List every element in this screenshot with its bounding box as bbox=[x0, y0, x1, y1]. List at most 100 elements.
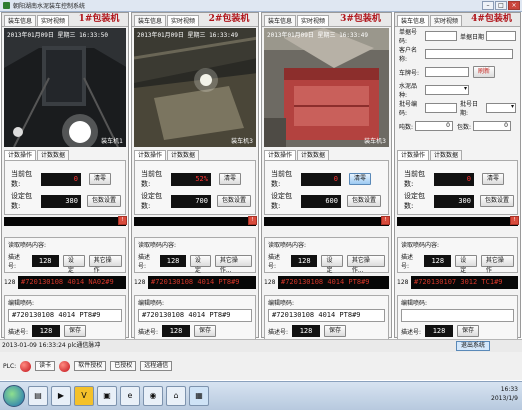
panel-tabs: 装车信息 实时视频 2#包装机 bbox=[132, 13, 258, 27]
ie-icon[interactable]: e bbox=[120, 386, 140, 406]
batch-input[interactable] bbox=[425, 103, 457, 113]
edit-code-field[interactable]: #720130108 4014 PT8#9 bbox=[8, 309, 122, 322]
system-tray: 16:33 2013/1/9 bbox=[491, 385, 518, 403]
tiao-label: 描述号: bbox=[401, 254, 414, 270]
media-player-icon[interactable]: ▶ bbox=[51, 386, 71, 406]
bag-set-button[interactable]: 包数设置 bbox=[347, 195, 382, 207]
batch-date-select[interactable] bbox=[486, 103, 516, 113]
cement-select[interactable] bbox=[425, 85, 469, 95]
alert-icon[interactable]: ! bbox=[118, 216, 127, 225]
out-value: 128 bbox=[425, 325, 454, 337]
subtab-count-op[interactable]: 计数操作 bbox=[397, 150, 430, 160]
panel-tabs: 装车信息 实时视频 4#包装机 bbox=[395, 13, 520, 27]
camera-timestamp: 2013年01月09日 星期三 16:33:49 bbox=[137, 32, 239, 39]
maximize-icon[interactable]: □ bbox=[495, 1, 507, 10]
message-bar: ! bbox=[4, 216, 127, 226]
tab-loading-info[interactable]: 装车信息 bbox=[4, 15, 37, 26]
set-count-label: 设定包数: bbox=[404, 192, 425, 210]
save-button[interactable]: 保存 bbox=[64, 325, 87, 337]
edit-code-field[interactable]: #720130108 4014 PT8#9 bbox=[268, 309, 385, 322]
message-bar: ! bbox=[134, 216, 257, 226]
alert-icon[interactable]: ! bbox=[248, 216, 257, 225]
current-count-label: 当前包数: bbox=[141, 170, 162, 188]
message-bar: ! bbox=[264, 216, 390, 226]
card-no-input[interactable] bbox=[425, 31, 457, 41]
software-license-button[interactable]: 软件授权 bbox=[74, 361, 107, 371]
control-app-icon[interactable]: ▦ bbox=[189, 386, 209, 406]
subtab-count-data[interactable]: 计数数据 bbox=[297, 150, 330, 160]
save-button[interactable]: 保存 bbox=[457, 325, 480, 337]
subtab-count-op[interactable]: 计数操作 bbox=[4, 150, 37, 160]
status-text: 2013-01-09 16:33:24 plc通信脉冲 bbox=[2, 342, 101, 349]
customer-input[interactable] bbox=[425, 49, 513, 59]
other-ops-button[interactable]: 其它操作... bbox=[214, 255, 252, 274]
chat-icon[interactable]: ◉ bbox=[143, 386, 163, 406]
camera-image bbox=[134, 28, 256, 147]
save-button[interactable]: 保存 bbox=[194, 325, 217, 337]
remote-comm-button[interactable]: 远程通信 bbox=[140, 361, 173, 371]
tab-live-video[interactable]: 实时视频 bbox=[167, 15, 200, 26]
alert-icon[interactable]: ! bbox=[510, 216, 519, 225]
clear-button[interactable]: 清零 bbox=[219, 173, 242, 185]
alert-icon[interactable]: ! bbox=[381, 216, 390, 225]
read-code-display: #720130108 4014 PT8#9 bbox=[148, 276, 256, 289]
plate-input[interactable] bbox=[425, 67, 469, 77]
set-button[interactable]: 设定 bbox=[321, 255, 343, 274]
tons-input[interactable]: 0 bbox=[415, 121, 453, 131]
subtab-count-data[interactable]: 计数数据 bbox=[430, 150, 463, 160]
taskbar: ▤ ▶ V ▣ e ◉ ⌂ ▦ 16:33 2013/1/9 bbox=[0, 381, 522, 410]
other-ops-button[interactable]: 其它操作... bbox=[346, 255, 386, 274]
set-button[interactable]: 设定 bbox=[455, 255, 477, 274]
bag-set-button[interactable]: 包数设置 bbox=[87, 195, 122, 207]
app-v-icon[interactable]: V bbox=[74, 386, 94, 406]
counter-box: 当前包数: 0 清零 设定包数: 300 包数设置 bbox=[397, 160, 518, 215]
refresh-button[interactable]: 刷新 bbox=[473, 66, 496, 78]
card-date-input[interactable] bbox=[486, 31, 516, 41]
edit-code-field[interactable]: #720130108 4014 PT8#9 bbox=[138, 309, 252, 322]
clock-date: 2013/1/9 bbox=[491, 395, 518, 402]
clear-button[interactable]: 清零 bbox=[349, 173, 372, 185]
subtab-count-op[interactable]: 计数操作 bbox=[134, 150, 167, 160]
tiao-label: 描述号: bbox=[8, 254, 21, 270]
camera-timestamp: 2013年01月09日 星期三 16:33:49 bbox=[267, 32, 369, 39]
tab-live-video[interactable]: 实时视频 bbox=[297, 15, 330, 26]
other-ops-button[interactable]: 其它操作 bbox=[480, 255, 514, 274]
edit-code-field[interactable] bbox=[401, 309, 514, 322]
out-label: 描述号: bbox=[138, 328, 159, 336]
minimize-icon[interactable]: – bbox=[482, 1, 494, 10]
tab-live-video[interactable]: 实时视频 bbox=[430, 15, 463, 26]
subtab-count-op[interactable]: 计数操作 bbox=[264, 150, 297, 160]
tab-loading-info[interactable]: 装车信息 bbox=[264, 15, 297, 26]
folder-icon[interactable]: ▣ bbox=[97, 386, 117, 406]
read-code-display: #720130107 3012 TC1#9 bbox=[411, 276, 518, 289]
tab-loading-info[interactable]: 装车信息 bbox=[397, 15, 430, 26]
read-code-display: #720130108 4014 NA02#9 bbox=[18, 276, 126, 289]
subtab-count-data[interactable]: 计数数据 bbox=[37, 150, 70, 160]
set-button[interactable]: 设定 bbox=[189, 255, 211, 274]
set-button[interactable]: 设定 bbox=[62, 255, 85, 274]
camera-label: 装车机3 bbox=[231, 138, 253, 145]
start-button-icon[interactable] bbox=[3, 385, 25, 407]
tab-live-video[interactable]: 实时视频 bbox=[37, 15, 70, 26]
read-card-button[interactable]: 读卡 bbox=[35, 361, 56, 371]
network-icon[interactable]: ⌂ bbox=[166, 386, 186, 406]
close-icon[interactable]: × bbox=[508, 1, 520, 10]
other-ops-button[interactable]: 其它操作 bbox=[88, 255, 122, 274]
subtab-count-data[interactable]: 计数数据 bbox=[167, 150, 200, 160]
status-bar: 2013-01-09 16:33:24 plc通信脉冲 退出系统 bbox=[0, 339, 522, 352]
clear-button[interactable]: 清零 bbox=[89, 173, 112, 185]
code-title: 读取喷码内容: bbox=[138, 242, 177, 249]
clock-time: 16:33 bbox=[500, 386, 518, 393]
exit-system-button[interactable]: 退出系统 bbox=[455, 341, 490, 351]
bag-set-button[interactable]: 包数设置 bbox=[217, 195, 252, 207]
bags-input[interactable]: 0 bbox=[473, 121, 511, 131]
bags-label: 包数: bbox=[457, 123, 472, 131]
save-button[interactable]: 保存 bbox=[324, 325, 347, 337]
explorer-icon[interactable]: ▤ bbox=[28, 386, 48, 406]
packer-panel-2: 装车信息 实时视频 2#包装机 2013年01月09日 星期三 16:33:49… bbox=[131, 12, 259, 340]
clear-button[interactable]: 清零 bbox=[482, 173, 505, 185]
out-label: 描述号: bbox=[268, 328, 289, 336]
tab-loading-info[interactable]: 装车信息 bbox=[134, 15, 167, 26]
bag-set-button[interactable]: 包数设置 bbox=[480, 195, 515, 207]
app-icon bbox=[3, 2, 10, 9]
